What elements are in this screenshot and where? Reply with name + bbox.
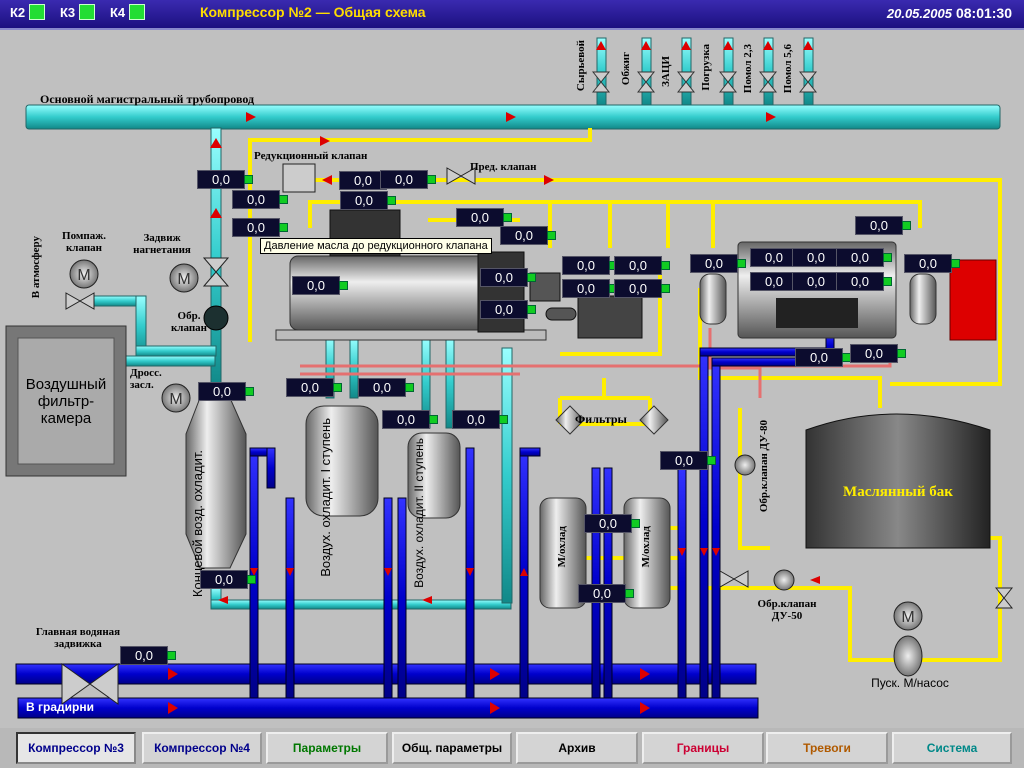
value-display[interactable]: 0,0 — [750, 248, 806, 267]
svg-text:M: M — [169, 391, 182, 408]
main-water-gate-label: Главная водяная задвижка — [35, 626, 121, 650]
svg-text:M: M — [177, 271, 190, 288]
discharge-gate-label: Задвиж нагнетания — [133, 232, 191, 256]
main-pipe-label: Основной магистральный трубопровод — [40, 92, 255, 106]
compressor4-button[interactable]: Компрессор №4 — [142, 732, 262, 764]
oil-cooler1-label: М/охлад — [556, 526, 568, 568]
safety-valve-label: Пред. клапан — [470, 161, 537, 173]
value-display[interactable]: 0,0 — [380, 170, 436, 189]
status-lamp-icon — [29, 4, 46, 20]
svg-text:M: M — [77, 267, 90, 284]
consumer-label-3: ЗАЦИ — [660, 56, 672, 87]
header-bar: К2 К3 К4 Компрессор №2 — Общая схема 20.… — [0, 0, 1024, 30]
value-display[interactable]: 0,0 — [456, 208, 512, 227]
air-filter-label: Воздушный фильтр-камера — [25, 376, 107, 427]
to-towers-label: В градирни — [26, 700, 94, 714]
page-title: Компрессор №2 — Общая схема — [200, 4, 426, 20]
antisurge-valve-label: Помпаж. клапан — [62, 230, 106, 254]
check-valve-80-label: Обр.клапан ДУ-80 — [758, 420, 770, 513]
value-display[interactable]: 0,0 — [795, 348, 851, 367]
value-display[interactable]: 0,0 — [562, 279, 618, 298]
compressor3-button[interactable]: Компрессор №3 — [16, 732, 136, 764]
svg-text:M: M — [901, 609, 914, 626]
value-display[interactable]: 0,0 — [452, 410, 508, 429]
general-parameters-button[interactable]: Общ. параметры — [392, 732, 512, 764]
value-display[interactable]: 0,0 — [382, 410, 438, 429]
check-valve-50-label: Обр.клапан ДУ-50 — [757, 598, 817, 622]
value-display[interactable]: 0,0 — [292, 276, 348, 295]
start-pump-label: Пуск. М/насос — [871, 676, 949, 690]
parameters-button[interactable]: Параметры — [266, 732, 388, 764]
consumer-label-2: Обжиг — [620, 52, 632, 86]
value-display[interactable]: 0,0 — [198, 382, 254, 401]
value-display[interactable]: 0,0 — [904, 254, 960, 273]
consumer-label-4: Погрузка — [700, 44, 712, 91]
check-valve-label: Обр. клапан — [170, 310, 208, 334]
oil-tank-label: Маслянный бак — [843, 484, 953, 500]
value-display[interactable]: 0,0 — [500, 226, 556, 245]
value-display[interactable]: 0,0 — [850, 344, 906, 363]
date-time: 20.05.2005 08:01:30 — [887, 5, 1012, 21]
value-display[interactable]: 0,0 — [480, 268, 536, 287]
alarms-button[interactable]: Тревоги — [766, 732, 888, 764]
indicator-k2[interactable]: К2 — [10, 4, 46, 22]
limits-button[interactable]: Границы — [642, 732, 764, 764]
value-display[interactable]: 0,0 — [836, 248, 892, 267]
value-display[interactable]: 0,0 — [690, 254, 746, 273]
filters-label: Фильтры — [575, 412, 627, 426]
compressor-unit — [275, 209, 643, 341]
value-display[interactable]: 0,0 — [836, 272, 892, 291]
value-display[interactable]: 0,0 — [358, 378, 414, 397]
atmosphere-label: В атмосферу — [30, 236, 42, 299]
archive-button[interactable]: Архив — [516, 732, 638, 764]
consumer-label-1: Сырьевой — [575, 40, 587, 92]
indicator-k3[interactable]: К3 — [60, 4, 96, 22]
consumer-label-5: Помол 2,3 — [742, 44, 754, 94]
value-display[interactable]: 0,0 — [232, 190, 288, 209]
status-lamp-icon — [129, 4, 146, 20]
tooltip: Давление масла до редукционного клапана — [260, 238, 492, 254]
nav-bar: Компрессор №3 Компрессор №4 Параметры Об… — [0, 728, 1024, 768]
oil-cooler2-label: М/охлад — [640, 526, 652, 568]
value-display[interactable]: 0,0 — [562, 256, 618, 275]
throttle-label: Дросс. засл. — [130, 367, 162, 391]
system-button[interactable]: Система — [892, 732, 1012, 764]
value-display[interactable]: 0,0 — [340, 191, 396, 210]
value-display[interactable]: 0,0 — [750, 272, 806, 291]
value-display[interactable]: 0,0 — [614, 279, 670, 298]
value-display[interactable]: 0,0 — [200, 570, 256, 589]
value-display[interactable]: 0,0 — [197, 170, 253, 189]
cooler2-label: Воздух. охладит. II ступень — [412, 438, 426, 588]
date-text: 20.05.2005 — [886, 6, 952, 21]
cooler1-label: Воздух. охладит. I ступень — [318, 418, 333, 577]
value-display[interactable]: 0,0 — [614, 256, 670, 275]
value-display[interactable]: 0,0 — [792, 272, 848, 291]
value-display[interactable]: 0,0 — [792, 248, 848, 267]
value-display[interactable]: 0,0 — [120, 646, 176, 665]
value-display[interactable]: 0,0 — [232, 218, 288, 237]
oil-tank — [805, 413, 991, 549]
value-display[interactable]: 0,0 — [584, 514, 640, 533]
time-text: 08:01:30 — [955, 5, 1012, 21]
reduction-valve-label: Редукционный клапан — [254, 150, 368, 162]
consumer-label-6: Помол 5,6 — [782, 44, 794, 94]
value-display[interactable]: 0,0 — [286, 378, 342, 397]
value-display[interactable]: 0,0 — [578, 584, 634, 603]
value-display[interactable]: 0,0 — [660, 451, 716, 470]
value-display[interactable]: 0,0 — [855, 216, 911, 235]
status-lamp-icon — [79, 4, 96, 20]
indicator-k4[interactable]: К4 — [110, 4, 146, 22]
value-display[interactable]: 0,0 — [480, 300, 536, 319]
